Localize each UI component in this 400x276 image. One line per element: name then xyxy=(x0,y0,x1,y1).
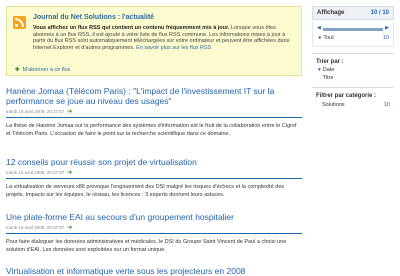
category-label: Solutions xyxy=(322,102,345,108)
article-title-link[interactable]: Hanène Jomaa (Télécom Paris) : "L'impact… xyxy=(6,86,302,106)
subscribe-label: M'abonner à ce flux xyxy=(22,67,71,73)
article-title-link[interactable]: Une plate-forme EAI au secours d'un grou… xyxy=(6,212,302,222)
sort-heading: Trier par : xyxy=(312,53,394,65)
rss-intro-bold: Vous affichez un flux RSS qui contient u… xyxy=(33,25,230,31)
rss-info-box: Journal du Net Solutions : l'actualité V… xyxy=(6,6,302,76)
article-summary: Pour faire dialoguer les données adminis… xyxy=(6,239,287,253)
rss-description: Vous affichez un flux RSS qui contient u… xyxy=(33,25,295,51)
article-summary: La thèse de Hanène Jomaa sur la performa… xyxy=(6,123,297,137)
show-all-count: 10 xyxy=(382,35,389,41)
article-date: mardi 15 avril 2008, 20:37:57 xyxy=(6,109,65,114)
feed-title: Journal du Net Solutions : l'actualité xyxy=(33,14,155,21)
sort-arrow-icon: ▾ xyxy=(318,67,321,73)
show-all-option[interactable]: ● Tout xyxy=(318,35,334,41)
slider-left-icon[interactable]: ◀ xyxy=(317,25,321,31)
go-arrow-icon[interactable]: ➜ xyxy=(67,225,72,231)
article-date: mardi 15 avril 2008, 20:37:57 xyxy=(6,225,65,230)
bullet-icon: ● xyxy=(318,35,322,41)
item-count-slider[interactable]: ◀ ▶ ● Tout 10 xyxy=(312,22,394,47)
article-item: Hanène Jomaa (Télécom Paris) : "L'impact… xyxy=(6,86,302,138)
display-label: Affichage xyxy=(317,10,345,16)
sort-title-label: Titre xyxy=(322,75,334,81)
subscribe-link[interactable]: ✚ M'abonner à ce flux xyxy=(15,67,70,73)
show-all-label: Tout xyxy=(323,35,334,41)
category-count: 10 xyxy=(383,102,390,108)
go-arrow-icon[interactable]: ➜ xyxy=(67,170,72,176)
sort-option-title[interactable]: ▾Titre xyxy=(312,75,394,81)
rss-icon xyxy=(13,16,26,29)
display-panel: Affichage 10 / 10 ◀ ▶ ● Tout 10 Trier par… xyxy=(312,6,394,108)
filter-heading: Filtrer par catégorie : xyxy=(312,87,394,99)
article-title-link[interactable]: 12 conseils pour réussir son projet de v… xyxy=(6,157,302,167)
article-item: 12 conseils pour réussir son projet de v… xyxy=(6,157,302,199)
article-meta: mardi 15 avril 2008, 20:37:57 ➜ xyxy=(6,108,302,118)
article-meta: mardi 15 avril 2008, 20:37:57 ➜ xyxy=(6,224,302,234)
slider-right-icon[interactable]: ▶ xyxy=(385,25,389,31)
slider-track[interactable] xyxy=(323,28,383,31)
article-summary: La virtualisation de serveurs x86 provoq… xyxy=(6,184,285,198)
slider-fill xyxy=(323,28,383,31)
sort-option-date[interactable]: ▾ Date xyxy=(312,67,394,73)
sort-date-label: Date xyxy=(322,67,335,73)
category-item-solutions[interactable]: Solutions 10 xyxy=(312,102,394,108)
article-item: Une plate-forme EAI au secours d'un grou… xyxy=(6,212,302,254)
article-date: mardi 15 avril 2008, 20:37:57 xyxy=(6,170,65,175)
display-count: 10 / 10 xyxy=(370,10,389,16)
add-icon: ✚ xyxy=(15,67,20,73)
article-meta: mardi 15 avril 2008, 20:37:57 ➜ xyxy=(6,169,302,179)
learn-more-link[interactable]: En savoir plus sur les flux RSS xyxy=(136,45,211,51)
display-header: Affichage 10 / 10 xyxy=(312,6,394,20)
go-arrow-icon[interactable]: ➜ xyxy=(67,109,72,115)
